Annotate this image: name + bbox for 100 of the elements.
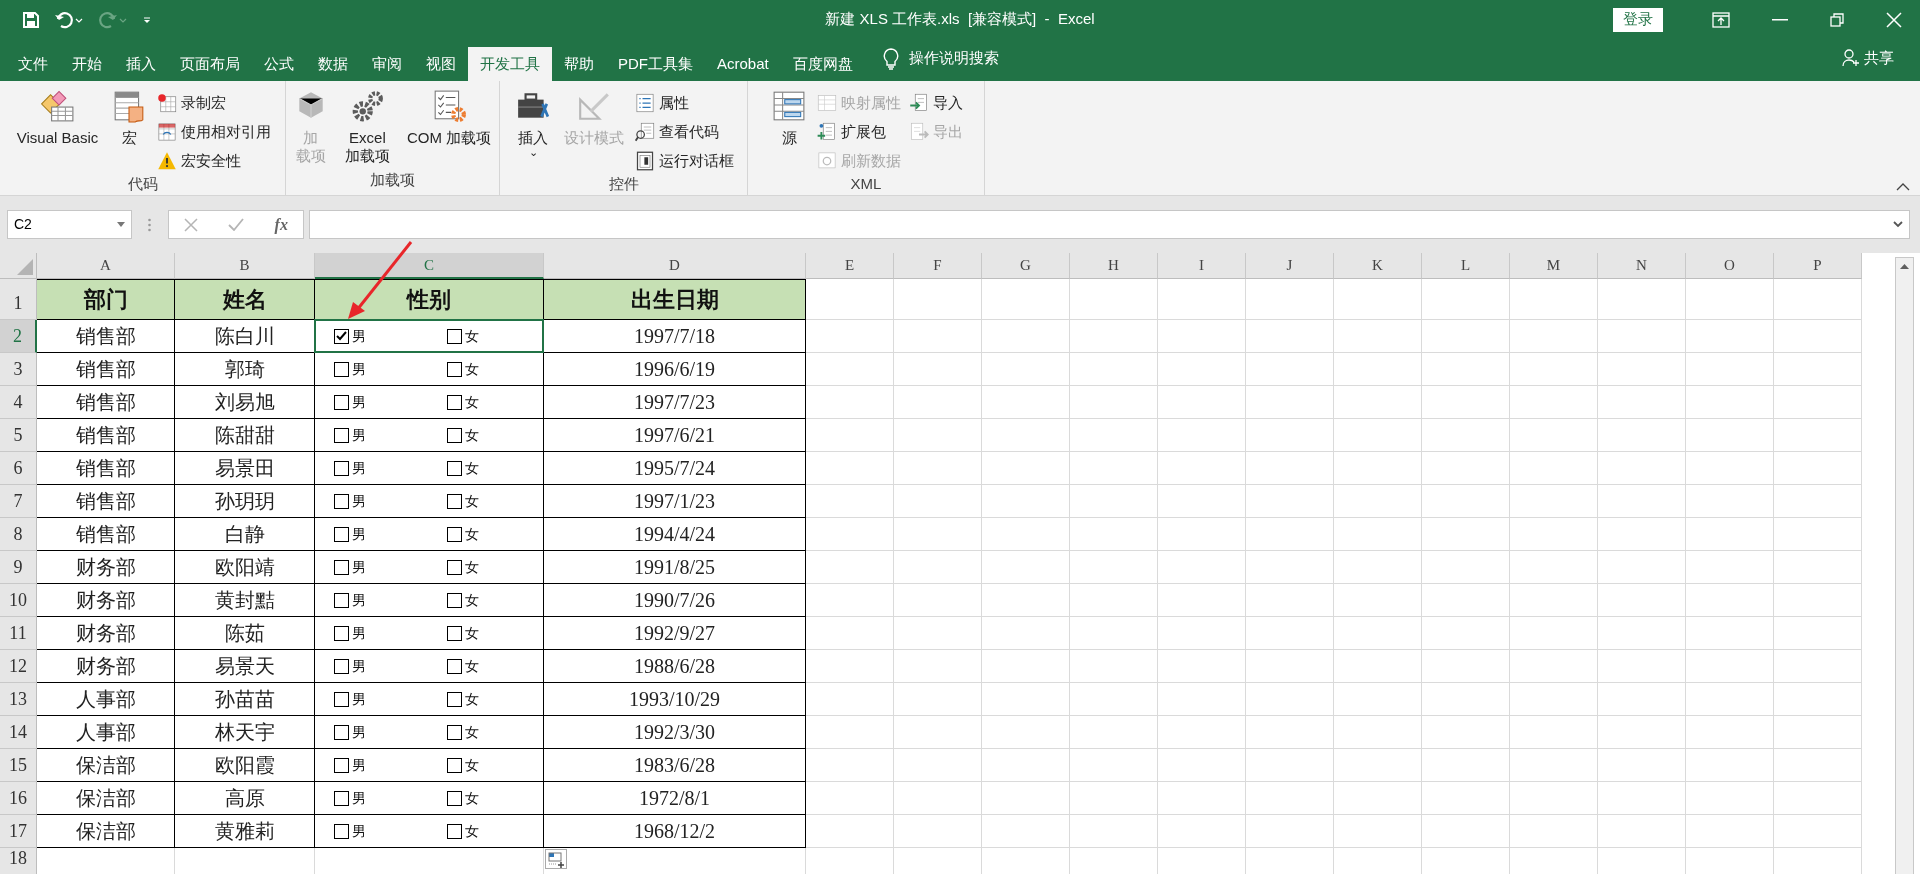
empty-cell[interactable]: [1510, 419, 1598, 452]
empty-cell[interactable]: [544, 848, 806, 874]
empty-cell[interactable]: [1334, 386, 1422, 419]
empty-cell[interactable]: [1422, 353, 1510, 386]
column-header[interactable]: F: [894, 253, 982, 279]
confirm-icon[interactable]: [228, 218, 245, 231]
empty-cell[interactable]: [1070, 452, 1158, 485]
empty-cell[interactable]: [1510, 518, 1598, 551]
empty-cell[interactable]: [1686, 716, 1774, 749]
name-box[interactable]: C2: [7, 210, 132, 239]
row-header[interactable]: 5: [0, 419, 37, 452]
empty-cell[interactable]: [1686, 518, 1774, 551]
empty-cell[interactable]: [894, 419, 982, 452]
empty-cell[interactable]: [1510, 650, 1598, 683]
ribbon-button[interactable]: 导入: [909, 91, 963, 115]
checkbox[interactable]: [447, 328, 462, 344]
column-header[interactable]: I: [1158, 253, 1246, 279]
empty-cell[interactable]: [894, 353, 982, 386]
dropdown-icon[interactable]: [117, 222, 125, 227]
empty-cell[interactable]: [1246, 782, 1334, 815]
column-header[interactable]: P: [1774, 253, 1862, 279]
checkbox[interactable]: [334, 823, 349, 839]
ribbon-button[interactable]: 扩展包: [817, 120, 901, 144]
ribbon-tab[interactable]: 帮助: [552, 47, 606, 81]
empty-cell[interactable]: [1686, 279, 1774, 320]
empty-cell[interactable]: [1070, 749, 1158, 782]
checkbox[interactable]: [334, 724, 349, 740]
empty-cell[interactable]: [1686, 584, 1774, 617]
empty-cell[interactable]: [806, 419, 894, 452]
empty-cell[interactable]: [1334, 419, 1422, 452]
empty-cell[interactable]: [1598, 716, 1686, 749]
empty-cell[interactable]: [1422, 551, 1510, 584]
empty-cell[interactable]: [1246, 452, 1334, 485]
empty-cell[interactable]: [1158, 683, 1246, 716]
row-header[interactable]: 1: [0, 279, 37, 320]
empty-cell[interactable]: [894, 279, 982, 320]
checkbox[interactable]: [447, 559, 462, 575]
empty-cell[interactable]: [1598, 749, 1686, 782]
empty-cell[interactable]: [1598, 551, 1686, 584]
checkbox[interactable]: [334, 493, 349, 509]
empty-cell[interactable]: [1246, 617, 1334, 650]
empty-cell[interactable]: [1598, 419, 1686, 452]
empty-cell[interactable]: [806, 518, 894, 551]
empty-cell[interactable]: [982, 683, 1070, 716]
column-header[interactable]: J: [1246, 253, 1334, 279]
sign-in-button[interactable]: 登录: [1613, 7, 1663, 32]
empty-cell[interactable]: [1774, 650, 1862, 683]
checkbox[interactable]: [447, 394, 462, 410]
empty-cell[interactable]: [1246, 320, 1334, 353]
checkbox[interactable]: [334, 427, 349, 443]
empty-cell[interactable]: [806, 485, 894, 518]
empty-cell[interactable]: [1334, 749, 1422, 782]
ribbon-tab[interactable]: 公式: [252, 47, 306, 81]
ribbon-button[interactable]: 宏: [109, 89, 150, 147]
empty-cell[interactable]: [1686, 452, 1774, 485]
empty-cell[interactable]: [894, 749, 982, 782]
ribbon-button[interactable]: COM 加载项: [403, 89, 495, 147]
empty-cell[interactable]: [894, 782, 982, 815]
empty-cell[interactable]: [806, 815, 894, 848]
empty-cell[interactable]: [982, 386, 1070, 419]
empty-cell[interactable]: [1158, 419, 1246, 452]
empty-cell[interactable]: [1686, 353, 1774, 386]
empty-cell[interactable]: [1070, 584, 1158, 617]
person-add-icon[interactable]: [1842, 48, 1860, 67]
empty-cell[interactable]: [1070, 386, 1158, 419]
empty-cell[interactable]: [1422, 617, 1510, 650]
empty-cell[interactable]: [1774, 617, 1862, 650]
column-header[interactable]: L: [1422, 253, 1510, 279]
empty-cell[interactable]: [1774, 815, 1862, 848]
checkbox[interactable]: [447, 361, 462, 377]
empty-cell[interactable]: [894, 683, 982, 716]
empty-cell[interactable]: [1070, 551, 1158, 584]
column-header[interactable]: K: [1334, 253, 1422, 279]
empty-cell[interactable]: [1246, 386, 1334, 419]
empty-cell[interactable]: [1334, 650, 1422, 683]
empty-cell[interactable]: [1334, 279, 1422, 320]
empty-cell[interactable]: [1510, 279, 1598, 320]
empty-cell[interactable]: [1246, 650, 1334, 683]
empty-cell[interactable]: [1510, 815, 1598, 848]
empty-cell[interactable]: [1158, 353, 1246, 386]
row-header[interactable]: 18: [0, 848, 37, 874]
empty-cell[interactable]: [982, 650, 1070, 683]
empty-cell[interactable]: [1686, 551, 1774, 584]
ribbon-button[interactable]: Visual Basic: [13, 89, 102, 147]
checkbox[interactable]: [447, 658, 462, 674]
column-header[interactable]: H: [1070, 253, 1158, 279]
empty-cell[interactable]: [894, 617, 982, 650]
empty-cell[interactable]: [1510, 320, 1598, 353]
column-header[interactable]: M: [1510, 253, 1598, 279]
empty-cell[interactable]: [806, 584, 894, 617]
empty-cell[interactable]: [806, 716, 894, 749]
empty-cell[interactable]: [1686, 815, 1774, 848]
empty-cell[interactable]: [1158, 485, 1246, 518]
empty-cell[interactable]: [1598, 650, 1686, 683]
collapse-ribbon-icon[interactable]: [1896, 183, 1910, 191]
empty-cell[interactable]: [806, 683, 894, 716]
empty-cell[interactable]: [894, 320, 982, 353]
column-header[interactable]: E: [806, 253, 894, 279]
lightbulb-icon[interactable]: [882, 48, 899, 70]
empty-cell[interactable]: [1686, 749, 1774, 782]
